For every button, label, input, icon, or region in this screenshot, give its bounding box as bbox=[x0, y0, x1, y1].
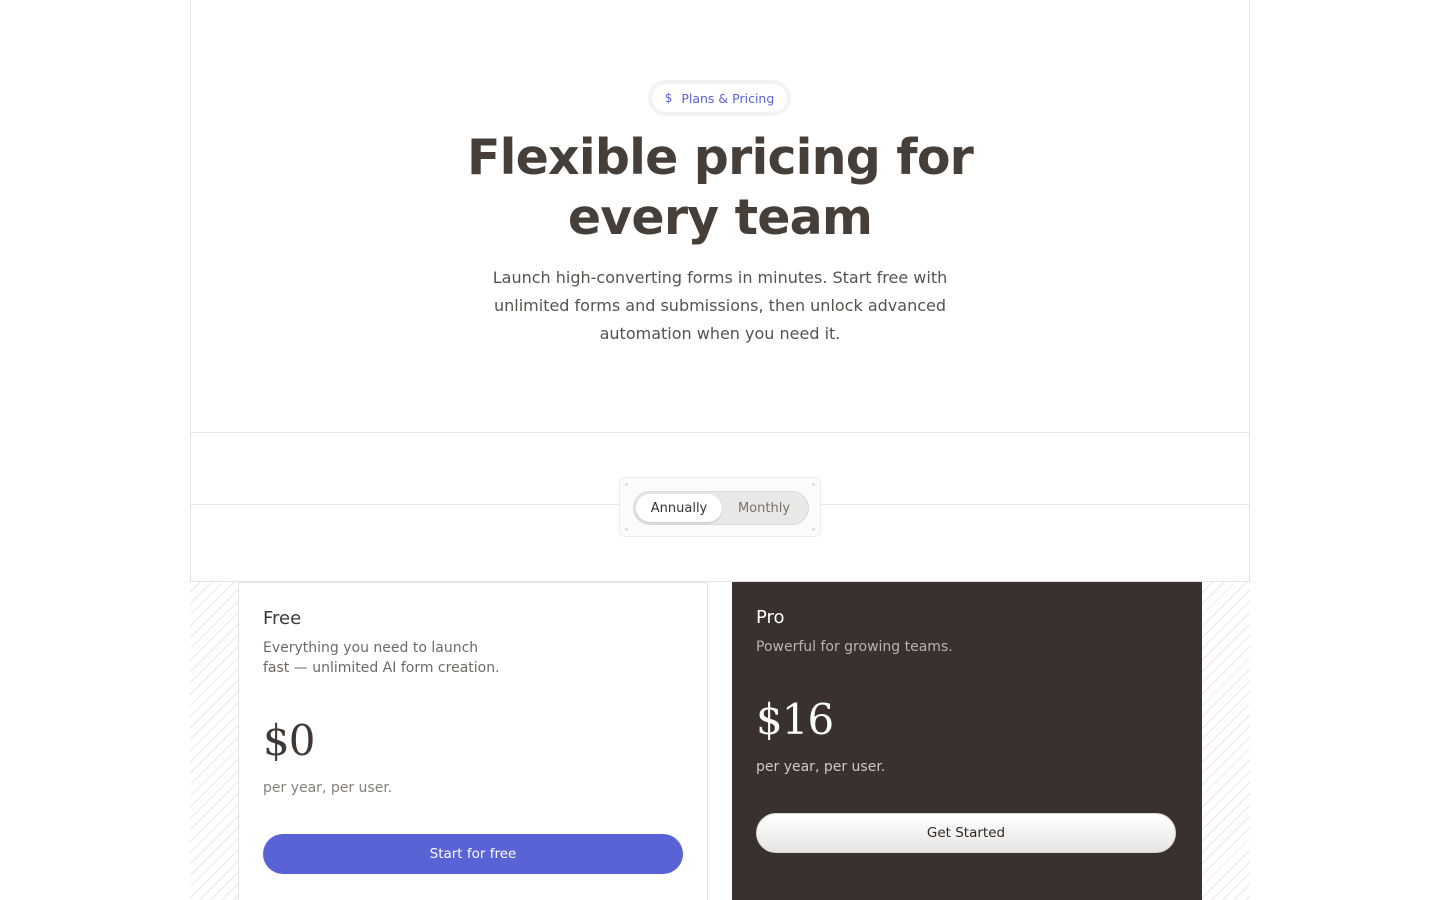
hatch-pattern-left bbox=[190, 582, 238, 900]
corner-dot bbox=[625, 483, 628, 486]
plans-badge: $ Plans & Pricing bbox=[648, 80, 791, 116]
toggle-annually[interactable]: Annually bbox=[636, 494, 722, 522]
plan-card-free: Free Everything you need to launch fast … bbox=[238, 582, 708, 900]
billing-toggle[interactable]: Annually Monthly bbox=[633, 491, 809, 525]
hero-section: $ Plans & Pricing Flexible pricing for e… bbox=[0, 0, 1440, 432]
plan-period: per year, per user. bbox=[756, 759, 886, 775]
plan-name: Free bbox=[263, 608, 302, 629]
dollar-icon: $ bbox=[664, 91, 673, 105]
plan-price: $0 bbox=[263, 716, 315, 765]
plan-price: $16 bbox=[756, 695, 834, 744]
plan-name: Pro bbox=[756, 607, 785, 628]
start-for-free-button[interactable]: Start for free bbox=[263, 834, 683, 874]
billing-toggle-container: Annually Monthly bbox=[619, 477, 821, 537]
corner-dot bbox=[625, 528, 628, 531]
badge-label: Plans & Pricing bbox=[681, 90, 775, 106]
plan-period: per year, per user. bbox=[263, 780, 393, 796]
toggle-monthly[interactable]: Monthly bbox=[722, 494, 806, 522]
corner-dot bbox=[812, 528, 815, 531]
divider bbox=[190, 432, 1250, 433]
plan-card-pro: Pro Powerful for growing teams. $16 per … bbox=[732, 582, 1202, 900]
page-title: Flexible pricing for every team bbox=[466, 129, 974, 246]
hatch-pattern-right bbox=[1202, 582, 1250, 900]
plan-description: Everything you need to launch fast — unl… bbox=[263, 640, 500, 676]
plan-description: Powerful for growing teams. bbox=[756, 639, 953, 655]
page-subtitle: Launch high-converting forms in minutes.… bbox=[492, 268, 948, 343]
get-started-button[interactable]: Get Started bbox=[756, 813, 1176, 853]
corner-dot bbox=[812, 483, 815, 486]
